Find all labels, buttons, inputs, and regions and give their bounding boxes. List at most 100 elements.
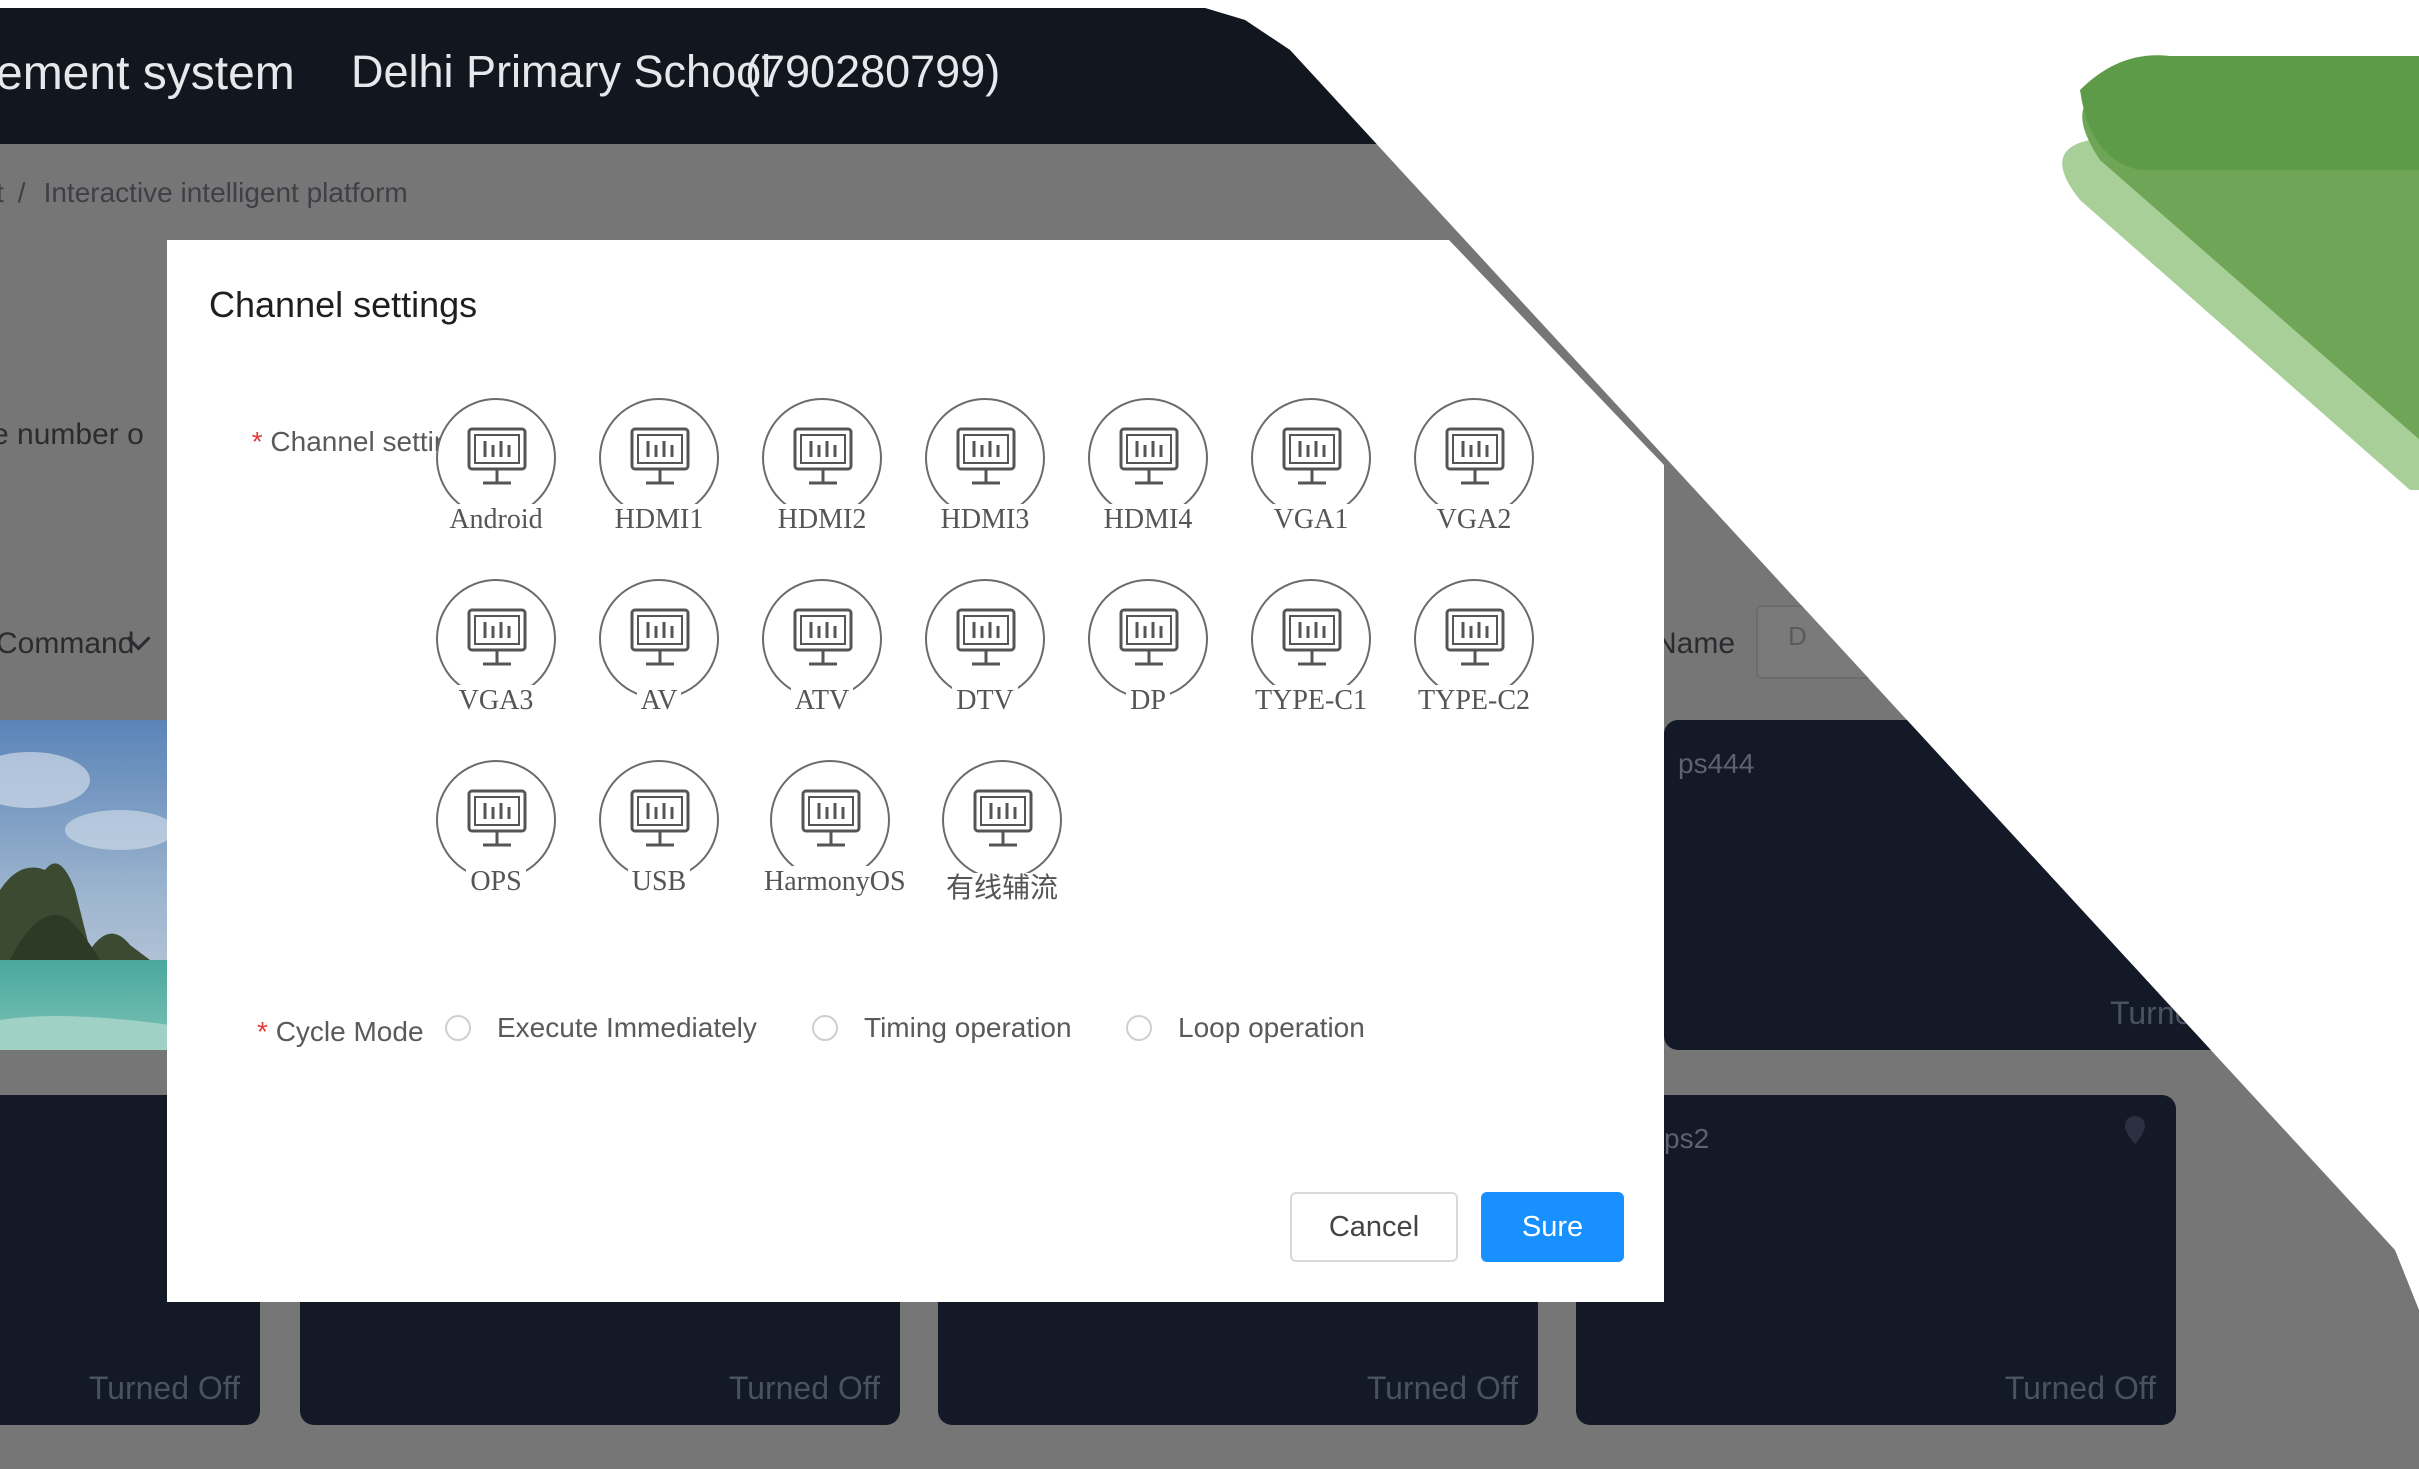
monitor-icon [630, 427, 690, 485]
channel-circle[interactable] [1251, 398, 1371, 518]
channel-option[interactable]: TYPE-C1 [1241, 579, 1381, 717]
monitor-icon [1282, 608, 1342, 666]
channel-option[interactable]: HarmonyOS [760, 760, 910, 898]
channel-label: VGA3 [426, 685, 566, 717]
channel-circle[interactable] [1088, 579, 1208, 699]
radio-loop-operation[interactable]: Loop operation [1126, 1012, 1365, 1044]
radio-execute-immediately[interactable]: Execute Immediately [445, 1012, 757, 1044]
channel-option[interactable]: VGA1 [1241, 398, 1381, 536]
device-card[interactable]: ps2 Turned Off [1576, 1095, 2176, 1425]
channel-settings-dialog: Channel settings * Channel setting s And… [167, 240, 1664, 1302]
command-dropdown[interactable]: Command [0, 627, 134, 661]
channel-circle[interactable] [770, 760, 890, 880]
radio-circle[interactable] [1126, 1015, 1152, 1041]
number-label: e number o [0, 418, 144, 451]
channel-label: VGA2 [1404, 504, 1544, 536]
channel-circle[interactable] [1414, 398, 1534, 518]
channel-option[interactable]: VGA3 [426, 579, 566, 717]
channel-option[interactable]: DP [1078, 579, 1218, 717]
cancel-button[interactable]: Cancel [1290, 1192, 1458, 1262]
sure-button[interactable]: Sure [1481, 1192, 1624, 1262]
device-status: Turned Off [2004, 1370, 2156, 1406]
channel-label: ATV [752, 685, 892, 717]
channel-circle[interactable] [599, 579, 719, 699]
monitor-icon [793, 427, 853, 485]
device-name: ps444 [1678, 748, 1755, 779]
channel-option[interactable]: ATV [752, 579, 892, 717]
channel-option[interactable]: AV [589, 579, 729, 717]
channel-circle[interactable] [1251, 579, 1371, 699]
logo-shape [2062, 55, 2419, 490]
name-filter-label: Name [1655, 627, 1736, 660]
monitor-icon [1445, 608, 1505, 666]
channel-label: VGA1 [1241, 504, 1381, 536]
monitor-icon [467, 427, 527, 485]
channel-option[interactable]: VGA2 [1404, 398, 1544, 536]
channel-circle[interactable] [942, 760, 1062, 880]
device-name: ps2 [1664, 1123, 1710, 1154]
device-card[interactable]: ps444 Turned O [1664, 720, 2264, 1050]
channel-label: DTV [915, 685, 1055, 717]
channel-circle[interactable] [599, 398, 719, 518]
channel-option[interactable]: 有线辅流 [932, 760, 1072, 906]
monitor-icon [956, 608, 1016, 666]
channel-option[interactable]: TYPE-C2 [1404, 579, 1544, 717]
radio-label: Execute Immediately [497, 1012, 757, 1043]
breadcrumb-separator: / [17, 177, 26, 208]
channel-option[interactable]: HDMI3 [915, 398, 1055, 536]
channel-option[interactable]: OPS [426, 760, 566, 898]
channel-option[interactable]: Android [426, 398, 566, 536]
channel-option[interactable]: HDMI4 [1078, 398, 1218, 536]
cycle-mode-label-text: Cycle Mode [275, 1016, 424, 1047]
monitor-icon [1119, 427, 1179, 485]
radio-label: Loop operation [1178, 1012, 1365, 1043]
monitor-icon [801, 789, 861, 847]
breadcrumb-current: Interactive intelligent platform [43, 177, 408, 208]
device-status: Turned Off [728, 1370, 880, 1406]
channel-label: HarmonyOS [760, 866, 910, 898]
required-mark: * [257, 1016, 268, 1047]
name-filter-value: D [1788, 621, 1807, 651]
channel-circle[interactable] [925, 579, 1045, 699]
channel-circle[interactable] [436, 398, 556, 518]
channel-option[interactable]: DTV [915, 579, 1055, 717]
channel-label: 有线辅流 [932, 866, 1072, 906]
channel-label: HDMI1 [589, 504, 729, 536]
channel-circle[interactable] [436, 579, 556, 699]
channel-circle[interactable] [762, 398, 882, 518]
radio-circle[interactable] [812, 1015, 838, 1041]
monitor-icon [1119, 608, 1179, 666]
radio-timing-operation[interactable]: Timing operation [812, 1012, 1072, 1044]
channel-label: HDMI2 [752, 504, 892, 536]
channel-label: Android [426, 504, 566, 536]
dialog-title: Channel settings [209, 284, 478, 325]
monitor-icon [1282, 427, 1342, 485]
channel-circle[interactable] [1414, 579, 1534, 699]
cycle-mode-label: * Cycle Mode [257, 1016, 424, 1048]
channel-option[interactable]: HDMI2 [752, 398, 892, 536]
breadcrumb-prefix[interactable]: t [0, 177, 4, 208]
name-filter-input[interactable]: D [1756, 605, 1900, 679]
channel-circle[interactable] [436, 760, 556, 880]
monitor-icon [467, 789, 527, 847]
channel-label: TYPE-C2 [1404, 685, 1544, 717]
logo-dark-green-shape [2080, 55, 2419, 170]
monitor-icon [1445, 427, 1505, 485]
channel-circle[interactable] [599, 760, 719, 880]
channel-label: USB [589, 866, 729, 898]
channel-label: TYPE-C1 [1241, 685, 1381, 717]
channel-option[interactable]: USB [589, 760, 729, 898]
monitor-icon [956, 427, 1016, 485]
breadcrumb: t / Interactive intelligent platform [0, 177, 408, 209]
system-title: ement system [0, 47, 295, 100]
channel-option[interactable]: HDMI1 [589, 398, 729, 536]
radio-circle[interactable] [445, 1015, 471, 1041]
channel-circle[interactable] [762, 579, 882, 699]
monitor-icon [630, 789, 690, 847]
channel-label: HDMI3 [915, 504, 1055, 536]
channel-circle[interactable] [1088, 398, 1208, 518]
channel-circle[interactable] [925, 398, 1045, 518]
required-mark: * [251, 426, 263, 457]
channel-label: HDMI4 [1078, 504, 1218, 536]
monitor-icon [630, 608, 690, 666]
